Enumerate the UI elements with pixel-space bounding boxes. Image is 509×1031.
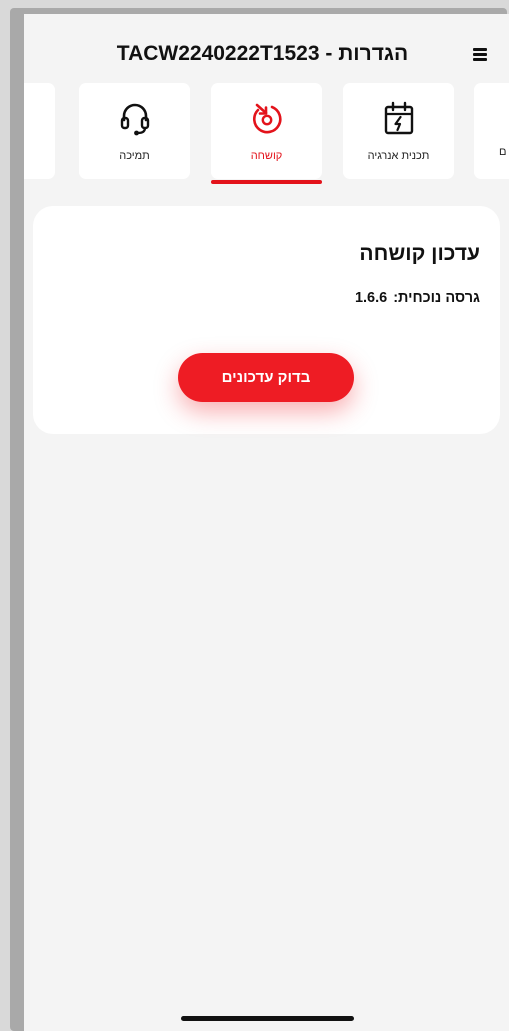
menu-icon[interactable] (473, 48, 487, 61)
tab-partial-right-label: ם (499, 146, 507, 158)
settings-tabs: תמיכה קושחה תכנית אנרגיה ם (24, 83, 509, 195)
current-version-value: 1.6.6 (354, 290, 388, 306)
tab-support[interactable]: תמיכה (79, 83, 190, 179)
header: הגדרות - TACW2240222T1523 (24, 14, 509, 84)
firmware-card: עדכון קושחה גרסה נוכחית: 1.6.6 בדוק עדכו… (33, 206, 500, 434)
calendar-energy-icon (384, 101, 413, 135)
tab-firmware-label: קושחה (250, 150, 283, 162)
page-title: הגדרות - TACW2240222T1523 (116, 42, 409, 65)
app-screen: הגדרות - TACW2240222T1523 תמיכה קושחה תכ… (24, 14, 509, 1031)
current-version-label: גרסה נוכחית: (393, 290, 480, 306)
home-indicator (181, 1016, 354, 1021)
check-updates-button[interactable]: בדוק עדכונים (178, 353, 354, 402)
headset-icon (120, 103, 149, 136)
active-tab-indicator (211, 180, 322, 184)
current-version-row: גרסה נוכחית: 1.6.6 (355, 290, 480, 306)
tab-energy-plan[interactable]: תכנית אנרגיה (343, 83, 454, 179)
tab-support-label: תמיכה (119, 150, 150, 162)
tab-partial-left[interactable] (24, 83, 55, 179)
tab-partial-right[interactable]: ם (474, 83, 509, 179)
firmware-title: עדכון קושחה (359, 242, 480, 265)
tab-firmware[interactable]: קושחה (211, 83, 322, 179)
tab-energy-plan-label: תכנית אנרגיה (367, 150, 430, 162)
firmware-update-icon (252, 103, 282, 134)
